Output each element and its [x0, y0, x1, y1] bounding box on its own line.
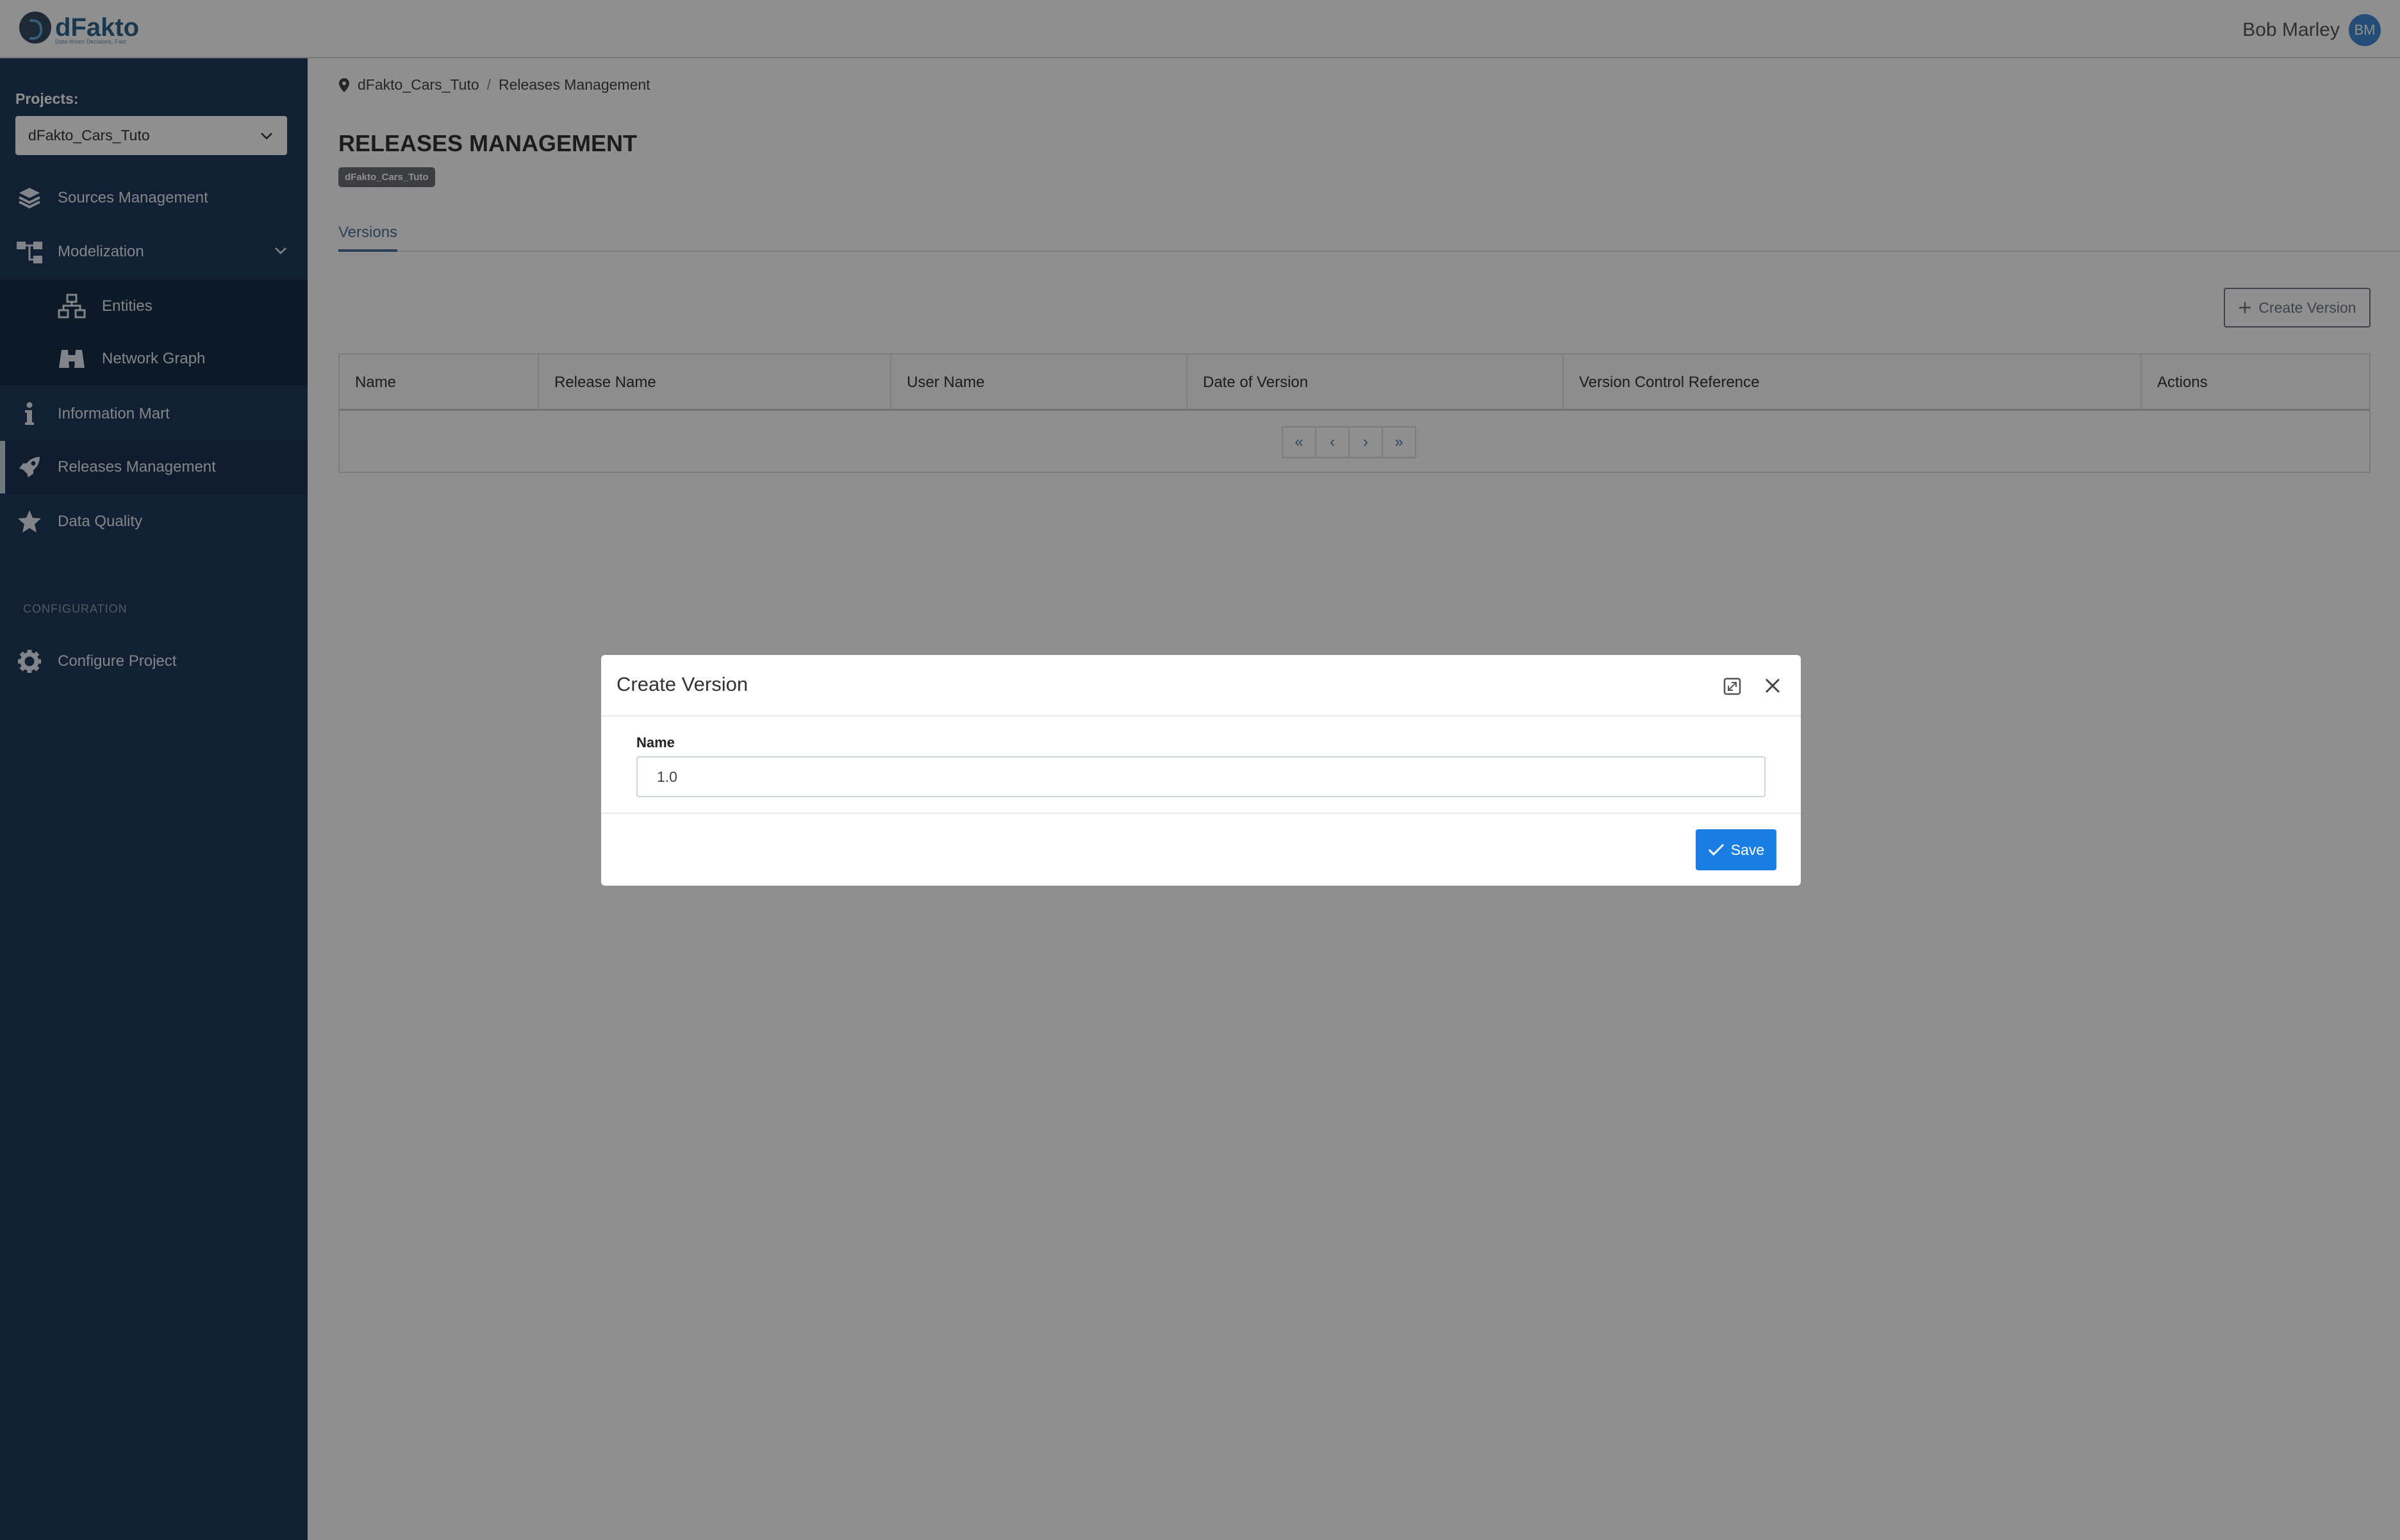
maximize-icon[interactable] — [1723, 677, 1742, 696]
modal-header: Create Version — [601, 655, 1801, 716]
create-version-dialog: Create Version Name Save — [601, 655, 1801, 886]
save-button[interactable]: Save — [1696, 829, 1776, 870]
save-label: Save — [1730, 841, 1765, 858]
name-input[interactable] — [636, 756, 1766, 797]
name-field-label: Name — [636, 734, 675, 750]
close-icon[interactable] — [1762, 675, 1783, 696]
modal-title: Create Version — [617, 673, 749, 695]
check-icon — [1708, 843, 1724, 856]
modal-footer — [601, 813, 1801, 886]
